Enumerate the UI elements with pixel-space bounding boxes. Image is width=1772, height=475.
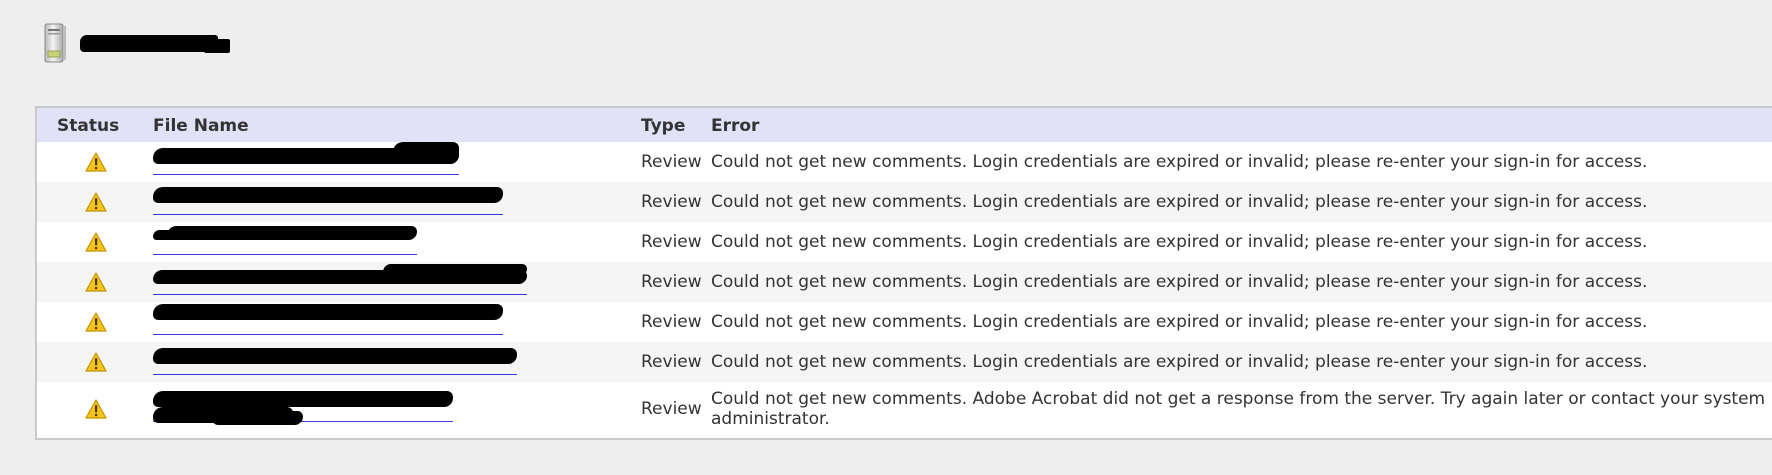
warning-icon — [85, 399, 107, 419]
table-row[interactable]: Review Could not get new comments. Adobe… — [37, 382, 1772, 436]
error-message: Could not get new comments. Login creden… — [711, 272, 1648, 292]
file-name-cell — [143, 262, 637, 302]
redaction-mark — [153, 347, 517, 364]
file-name-cell — [143, 342, 637, 382]
file-name-link[interactable] — [153, 390, 453, 425]
warning-icon — [85, 152, 107, 172]
status-cell — [37, 302, 143, 342]
redaction-mark — [153, 390, 453, 407]
error-message: Could not get new comments. Adobe Acroba… — [711, 389, 1766, 429]
file-name-link[interactable] — [153, 263, 527, 295]
type-cell: Review — [641, 399, 702, 419]
error-message: Could not get new comments. Login creden… — [711, 192, 1648, 212]
file-name-link[interactable] — [153, 303, 503, 335]
type-cell: Review — [641, 232, 702, 252]
column-header-status[interactable]: Status — [37, 108, 143, 142]
status-cell — [37, 142, 143, 182]
file-name-link[interactable] — [153, 141, 459, 175]
redaction-mark — [393, 141, 459, 164]
table-row[interactable]: Review Could not get new comments. Login… — [37, 141, 1772, 182]
server-icon — [44, 23, 66, 63]
status-cell — [37, 262, 143, 302]
column-header-file-name[interactable]: File Name — [143, 108, 637, 142]
error-message: Could not get new comments. Login creden… — [711, 352, 1648, 372]
column-header-error[interactable]: Error — [711, 108, 1772, 142]
warning-icon — [85, 232, 107, 252]
error-message: Could not get new comments. Login creden… — [711, 312, 1648, 332]
redaction-mark — [153, 229, 233, 240]
table-row[interactable]: Review Could not get new comments. Login… — [37, 342, 1772, 382]
type-cell: Review — [641, 272, 702, 292]
warning-icon — [85, 272, 107, 292]
table-row[interactable]: Review Could not get new comments. Login… — [37, 182, 1772, 222]
file-name-cell — [143, 222, 637, 262]
file-name-cell — [143, 141, 637, 182]
warning-icon — [85, 312, 107, 332]
status-cell — [37, 382, 143, 436]
redaction-mark — [153, 186, 503, 203]
table-row[interactable]: Review Could not get new comments. Login… — [37, 222, 1772, 262]
type-cell: Review — [641, 192, 702, 212]
status-cell — [37, 182, 143, 222]
redaction-mark — [213, 410, 303, 425]
file-name-link[interactable] — [153, 347, 517, 375]
type-cell: Review — [641, 152, 702, 172]
error-message: Could not get new comments. Login creden… — [711, 232, 1648, 252]
file-name-cell — [143, 182, 637, 222]
type-cell: Review — [641, 352, 702, 372]
error-message: Could not get new comments. Login creden… — [711, 152, 1648, 172]
error-table: Status File Name Type Error Review Could… — [35, 106, 1772, 440]
file-name-cell — [143, 382, 637, 436]
status-cell — [37, 222, 143, 262]
file-name-link[interactable] — [153, 225, 417, 255]
table-row[interactable]: Review Could not get new comments. Login… — [37, 262, 1772, 302]
file-name-cell — [143, 302, 637, 342]
status-cell — [37, 342, 143, 382]
table-header-row: Status File Name Type Error — [37, 108, 1772, 142]
page-title-redacted — [80, 35, 230, 53]
file-name-link[interactable] — [153, 186, 503, 215]
table-row[interactable]: Review Could not get new comments. Login… — [37, 302, 1772, 342]
type-cell: Review — [641, 312, 702, 332]
column-header-type[interactable]: Type — [637, 108, 711, 142]
warning-icon — [85, 352, 107, 372]
warning-icon — [85, 192, 107, 212]
redaction-mark — [383, 263, 527, 276]
redaction-mark — [249, 309, 369, 320]
